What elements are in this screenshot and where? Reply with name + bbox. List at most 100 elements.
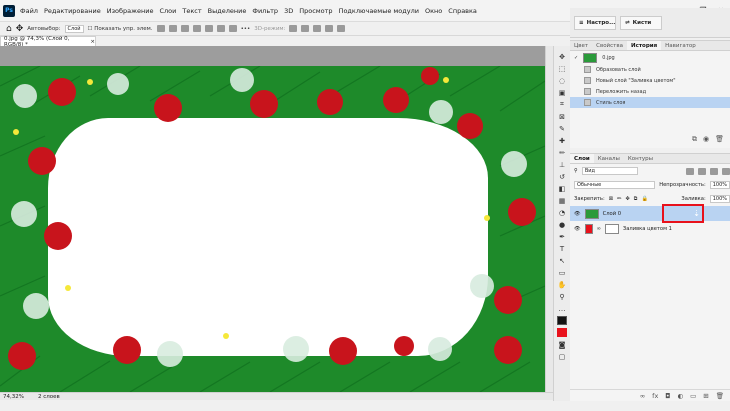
zoom-readout[interactable]: 74,32% xyxy=(3,394,24,400)
eraser-icon[interactable]: ◧ xyxy=(557,184,567,193)
tab-navigator[interactable]: Навигатор xyxy=(661,41,700,50)
lock-position-icon[interactable]: ✥ xyxy=(625,196,629,202)
zoom-tool-icon[interactable]: ⚲ xyxy=(557,292,567,301)
canvas-area[interactable] xyxy=(0,46,545,392)
healing-brush-icon[interactable]: ✚ xyxy=(557,136,567,145)
menu-3d[interactable]: 3D xyxy=(284,7,293,15)
adjustments-panel-button[interactable]: ≡ Настро... xyxy=(574,16,616,30)
history-step[interactable]: Новый слой "Заливка цветом" xyxy=(570,75,730,86)
lock-all-icon[interactable]: 🔒 xyxy=(642,196,648,202)
align-middle-icon[interactable] xyxy=(204,25,213,32)
camera-3d-icon[interactable] xyxy=(337,25,346,32)
menu-plugins[interactable]: Подключаемые модули xyxy=(339,7,419,15)
visibility-eye-icon[interactable]: 👁 xyxy=(574,211,581,217)
menu-image[interactable]: Изображение xyxy=(107,7,154,15)
camera-icon[interactable]: ◉ xyxy=(703,135,709,144)
document-tab[interactable]: 0.jpg @ 74,3% (Слой 0, RGB/8) * × xyxy=(0,36,96,48)
filter-shape-icon[interactable] xyxy=(722,167,730,175)
crop-tool-icon[interactable]: ⌗ xyxy=(557,100,567,109)
tab-paths[interactable]: Контуры xyxy=(624,154,657,163)
tab-layers[interactable]: Слои xyxy=(570,154,594,163)
blend-mode-select[interactable]: Обычные xyxy=(574,181,656,189)
align-bottom-icon[interactable] xyxy=(216,25,225,32)
align-center-icon[interactable] xyxy=(168,25,177,32)
filter-pixel-icon[interactable] xyxy=(686,167,694,175)
marquee-tool-icon[interactable]: ⬚ xyxy=(557,64,567,73)
layer-row-selected[interactable]: 👁 Слой 0 ⇣ xyxy=(570,206,730,221)
hand-tool-icon[interactable]: ✋ xyxy=(557,280,567,289)
link-icon[interactable]: ∞ xyxy=(640,392,645,400)
filter-type-icon[interactable] xyxy=(710,167,718,175)
align-top-icon[interactable] xyxy=(192,25,201,32)
trash-icon[interactable]: 🗑 xyxy=(715,135,724,144)
menu-help[interactable]: Справка xyxy=(448,7,477,15)
menu-edit[interactable]: Редактирование xyxy=(44,7,101,15)
history-step-selected[interactable]: Стиль слоя xyxy=(570,97,730,108)
more-options-icon[interactable]: ••• xyxy=(241,26,251,32)
brush-tool-icon[interactable]: ✏ xyxy=(557,148,567,157)
autoselect-select[interactable]: Слой xyxy=(64,24,84,33)
brushes-panel-button[interactable]: ⇌ Кисти xyxy=(620,16,662,30)
tab-properties[interactable]: Свойства xyxy=(592,41,627,50)
vertical-scrollbar[interactable] xyxy=(545,46,553,392)
blur-tool-icon[interactable]: ◔ xyxy=(557,208,567,217)
lasso-tool-icon[interactable]: ◌ xyxy=(557,76,567,85)
trash-icon[interactable]: 🗑 xyxy=(716,392,724,400)
filter-adjust-icon[interactable] xyxy=(698,167,706,175)
home-icon[interactable]: ⌂ xyxy=(6,24,12,34)
background-color-swatch[interactable] xyxy=(557,328,567,337)
orbit-3d-icon[interactable] xyxy=(289,25,298,32)
move-tool-icon[interactable]: ✥ xyxy=(16,24,24,34)
close-tab-icon[interactable]: × xyxy=(90,39,95,45)
more-tools-icon[interactable]: … xyxy=(557,304,567,313)
history-snapshot[interactable]: ✓ 0.jpg xyxy=(570,51,730,64)
layer-filter-select[interactable]: Вид xyxy=(581,167,638,175)
new-document-icon[interactable]: ⧉ xyxy=(692,135,697,144)
history-step[interactable]: Образовать слой xyxy=(570,64,730,75)
align-right-icon[interactable] xyxy=(180,25,189,32)
path-select-icon[interactable]: ↖ xyxy=(557,256,567,265)
type-tool-icon[interactable]: T xyxy=(557,244,567,253)
move-tool-icon[interactable]: ✥ xyxy=(557,52,567,61)
menu-filter[interactable]: Фильтр xyxy=(252,7,278,15)
tab-channels[interactable]: Каналы xyxy=(594,154,624,163)
menu-select[interactable]: Выделение xyxy=(208,7,247,15)
foreground-color-swatch[interactable] xyxy=(557,316,567,325)
shape-tool-icon[interactable]: ▭ xyxy=(557,268,567,277)
fill-input[interactable]: 100% xyxy=(709,195,730,203)
history-brush-icon[interactable]: ↺ xyxy=(557,172,567,181)
layer-row[interactable]: 👁 ∞ Заливка цветом 1 xyxy=(570,221,730,236)
new-layer-icon[interactable]: ⊞ xyxy=(703,392,708,400)
screen-mode-icon[interactable]: ▢ xyxy=(557,352,567,361)
opacity-input[interactable]: 100% xyxy=(709,181,730,189)
distribute-icon[interactable] xyxy=(228,25,237,32)
lock-pixels-icon[interactable]: ⊠ xyxy=(609,196,613,202)
lock-artboard-icon[interactable]: ⧉ xyxy=(634,196,638,203)
menu-text[interactable]: Текст xyxy=(182,7,201,15)
quick-mask-icon[interactable]: ◙ xyxy=(557,340,567,349)
frame-tool-icon[interactable]: ⊠ xyxy=(557,112,567,121)
pen-tool-icon[interactable]: ✒ xyxy=(557,232,567,241)
stamp-tool-icon[interactable]: ⊥ xyxy=(557,160,567,169)
pan-3d-icon[interactable] xyxy=(313,25,322,32)
fx-icon[interactable]: fx xyxy=(652,392,658,400)
object-select-icon[interactable]: ▣ xyxy=(557,88,567,97)
visibility-eye-icon[interactable]: 👁 xyxy=(574,226,581,232)
eyedropper-icon[interactable]: ✎ xyxy=(557,124,567,133)
history-step[interactable]: Переложить назад xyxy=(570,86,730,97)
menu-window[interactable]: Окно xyxy=(425,7,442,15)
menu-layers[interactable]: Слои xyxy=(159,7,176,15)
roll-3d-icon[interactable] xyxy=(301,25,310,32)
menu-view[interactable]: Просмотр xyxy=(299,7,332,15)
adjustment-icon[interactable]: ◐ xyxy=(677,392,683,400)
mask-icon[interactable]: ◘ xyxy=(665,392,670,400)
lock-brush-icon[interactable]: ✏ xyxy=(617,196,621,202)
slide-3d-icon[interactable] xyxy=(325,25,334,32)
dodge-tool-icon[interactable]: ● xyxy=(557,220,567,229)
tab-history[interactable]: История xyxy=(626,41,662,50)
show-transform-checkbox[interactable]: ☐ Показать упр. элем. xyxy=(88,26,153,32)
menu-file[interactable]: Файл xyxy=(20,7,38,15)
gradient-icon[interactable]: ▦ xyxy=(557,196,567,205)
align-left-icon[interactable] xyxy=(156,25,165,32)
group-icon[interactable]: ▭ xyxy=(690,392,696,400)
